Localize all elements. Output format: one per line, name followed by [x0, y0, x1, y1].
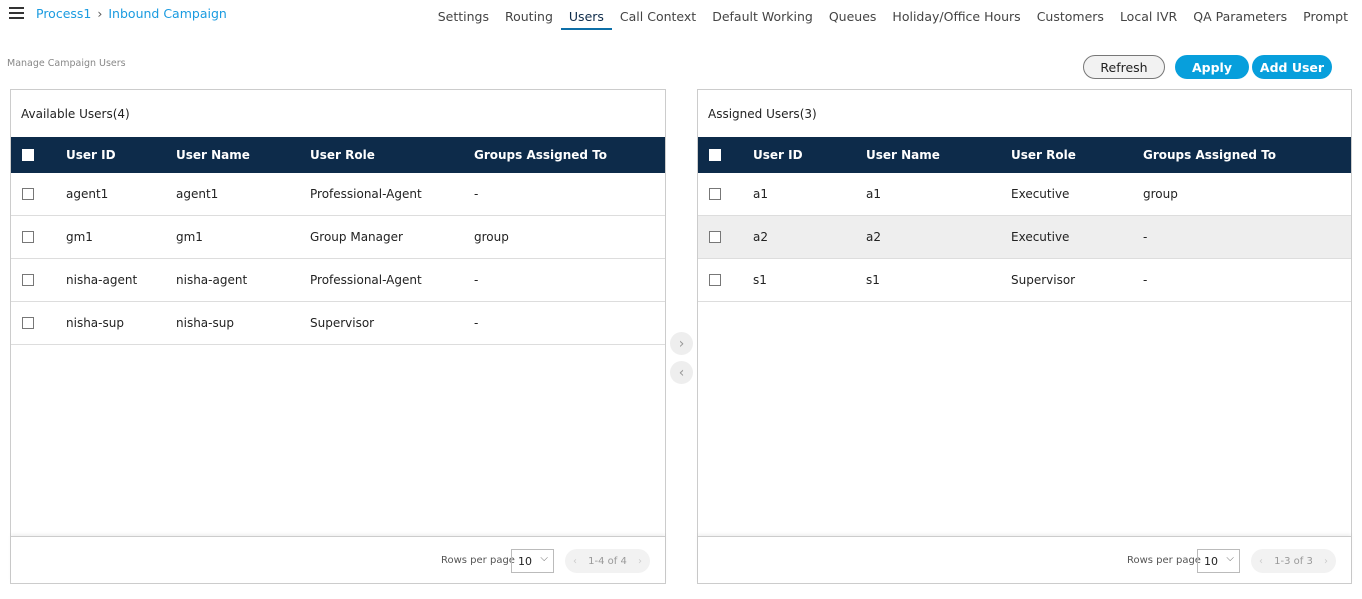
cell-id: agent1 — [66, 187, 109, 201]
tab-local-ivr[interactable]: Local IVR — [1112, 0, 1185, 30]
rows-per-page-select[interactable]: 10 ⌵ — [511, 549, 554, 573]
breadcrumb-process[interactable]: Process1 — [36, 6, 91, 21]
table-row[interactable]: nisha-agent nisha-agent Professional-Agent… — [11, 259, 665, 302]
cell-groups: - — [474, 316, 479, 330]
cell-name: nisha-agent — [176, 273, 248, 287]
table-row[interactable]: agent1 agent1 Professional-Agent - — [11, 173, 665, 216]
cell-name: s1 — [866, 273, 880, 287]
move-right-button[interactable]: › — [670, 332, 693, 355]
chevron-down-icon: ⌵ — [1226, 553, 1234, 564]
chevron-right-icon: › — [97, 6, 103, 21]
rows-per-page-value: 10 — [518, 555, 532, 568]
row-checkbox[interactable] — [22, 274, 34, 286]
cell-groups: - — [474, 187, 479, 201]
rows-per-page-value: 10 — [1204, 555, 1218, 568]
cell-name: a1 — [866, 187, 881, 201]
prev-page-icon[interactable]: ‹ — [573, 556, 577, 567]
tab-queues[interactable]: Queues — [821, 0, 885, 30]
rows-per-page-select[interactable]: 10 ⌵ — [1197, 549, 1240, 573]
table-row[interactable]: a1 a1 Executive group — [698, 173, 1351, 216]
hamburger-menu-icon[interactable] — [9, 7, 24, 19]
tab-default-working[interactable]: Default Working — [704, 0, 821, 30]
add-user-button[interactable]: Add User — [1252, 55, 1332, 79]
cell-name: gm1 — [176, 230, 203, 244]
row-checkbox[interactable] — [22, 317, 34, 329]
cell-role: Professional-Agent — [310, 273, 422, 287]
cell-role: Professional-Agent — [310, 187, 422, 201]
page-range: 1-4 of 4 — [588, 555, 627, 567]
cell-role: Supervisor — [310, 316, 375, 330]
rows-per-page-label: Rows per page — [441, 555, 515, 566]
table-header: User ID User Name User Role Groups Assigned… — [698, 137, 1351, 173]
table-row[interactable]: nisha-sup nisha-sup Supervisor - — [11, 302, 665, 345]
apply-button[interactable]: Apply — [1175, 55, 1249, 79]
cell-groups: - — [474, 273, 479, 287]
column-header[interactable]: Groups Assigned To — [1143, 148, 1276, 162]
column-header[interactable]: Groups Assigned To — [474, 148, 607, 162]
column-header[interactable]: User ID — [66, 148, 116, 162]
cell-role: Executive — [1011, 187, 1070, 201]
cell-role: Executive — [1011, 230, 1070, 244]
available-users-panel: Available Users(4) User ID User Name User … — [10, 89, 666, 584]
cell-role: Supervisor — [1011, 273, 1076, 287]
tab-call-context[interactable]: Call Context — [612, 0, 704, 30]
cell-id: gm1 — [66, 230, 93, 244]
cell-name: agent1 — [176, 187, 219, 201]
refresh-button[interactable]: Refresh — [1083, 55, 1165, 79]
pagination: ‹ 1-4 of 4 › — [565, 549, 650, 573]
panel-title: Available Users(4) — [21, 107, 130, 121]
table-header: User ID User Name User Role Groups Assigned… — [11, 137, 665, 173]
cell-id: s1 — [753, 273, 767, 287]
cell-id: a2 — [753, 230, 768, 244]
page-range: 1-3 of 3 — [1274, 555, 1313, 567]
row-checkbox[interactable] — [709, 231, 721, 243]
tab-customers[interactable]: Customers — [1029, 0, 1112, 30]
table-row[interactable]: gm1 gm1 Group Manager group — [11, 216, 665, 259]
cell-id: nisha-agent — [66, 273, 138, 287]
panel-title: Assigned Users(3) — [708, 107, 817, 121]
cell-groups: - — [1143, 230, 1148, 244]
assigned-users-panel: Assigned Users(3) User ID User Name User R… — [697, 89, 1352, 584]
cell-groups: group — [474, 230, 509, 244]
column-header[interactable]: User ID — [753, 148, 803, 162]
cell-id: a1 — [753, 187, 768, 201]
row-checkbox[interactable] — [709, 274, 721, 286]
move-left-button[interactable]: ‹ — [670, 361, 693, 384]
row-checkbox[interactable] — [22, 188, 34, 200]
page-subtitle: Manage Campaign Users — [7, 58, 126, 69]
cell-groups: group — [1143, 187, 1178, 201]
cell-role: Group Manager — [310, 230, 403, 244]
table-footer: Rows per page 10 ⌵ ‹ 1-3 of 3 › — [698, 536, 1351, 583]
column-header[interactable]: User Role — [310, 148, 375, 162]
column-header[interactable]: User Name — [176, 148, 250, 162]
tab-settings[interactable]: Settings — [430, 0, 497, 30]
column-header[interactable]: User Role — [1011, 148, 1076, 162]
row-checkbox[interactable] — [709, 188, 721, 200]
cell-groups: - — [1143, 273, 1148, 287]
rows-per-page-label: Rows per page — [1127, 555, 1201, 566]
chevron-down-icon: ⌵ — [540, 553, 548, 564]
tab-qa-parameters[interactable]: QA Parameters — [1185, 0, 1295, 30]
cell-id: nisha-sup — [66, 316, 124, 330]
prev-page-icon[interactable]: ‹ — [1259, 556, 1263, 567]
breadcrumb: Process1 › Inbound Campaign — [36, 6, 227, 21]
cell-name: a2 — [866, 230, 881, 244]
next-page-icon[interactable]: › — [1324, 556, 1328, 567]
top-nav: Settings Routing Users Call Context Default … — [430, 0, 1356, 30]
pagination: ‹ 1-3 of 3 › — [1251, 549, 1336, 573]
tab-routing[interactable]: Routing — [497, 0, 561, 30]
table-row[interactable]: s1 s1 Supervisor - — [698, 259, 1351, 302]
cell-name: nisha-sup — [176, 316, 234, 330]
tab-prompt[interactable]: Prompt — [1295, 0, 1356, 30]
breadcrumb-campaign[interactable]: Inbound Campaign — [108, 6, 226, 21]
row-checkbox[interactable] — [22, 231, 34, 243]
table-footer: Rows per page 10 ⌵ ‹ 1-4 of 4 › — [11, 536, 665, 583]
select-all-checkbox[interactable] — [22, 149, 34, 161]
tab-users[interactable]: Users — [560, 0, 612, 30]
next-page-icon[interactable]: › — [638, 556, 642, 567]
table-row[interactable]: a2 a2 Executive - — [698, 216, 1351, 259]
tab-holiday-office-hours[interactable]: Holiday/Office Hours — [884, 0, 1028, 30]
column-header[interactable]: User Name — [866, 148, 940, 162]
select-all-checkbox[interactable] — [709, 149, 721, 161]
